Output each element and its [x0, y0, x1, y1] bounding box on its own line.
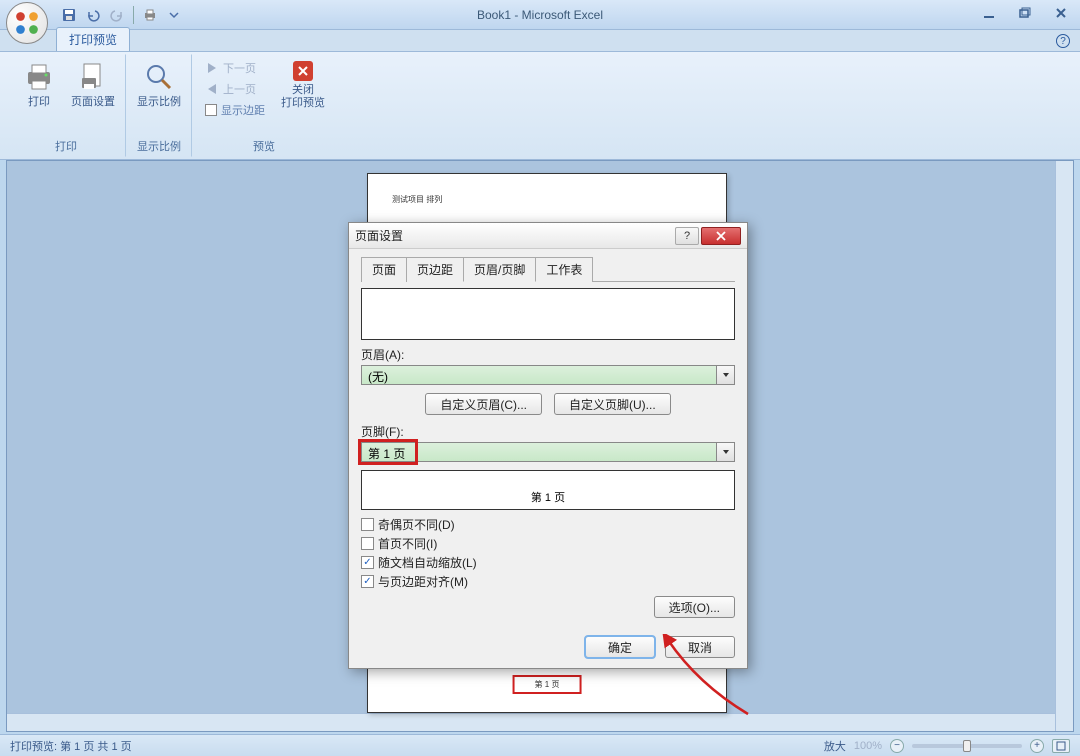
- dialog-close-button[interactable]: [701, 227, 741, 245]
- dropdown-icon[interactable]: [716, 443, 734, 461]
- footer-combo-value: 第 1 页: [362, 443, 716, 461]
- ribbon: 打印 页面设置 打印 显示比例 显示比例 下一页 上一页 显示边距: [0, 52, 1080, 160]
- status-text: 打印预览: 第 1 页 共 1 页: [10, 738, 132, 754]
- restore-button[interactable]: [1012, 4, 1038, 22]
- redo-icon[interactable]: [106, 4, 128, 26]
- options-button[interactable]: 选项(O)...: [654, 596, 735, 618]
- cancel-button[interactable]: 取消: [665, 636, 735, 658]
- minimize-button[interactable]: [976, 4, 1002, 22]
- horizontal-scrollbar[interactable]: [7, 713, 1055, 731]
- prev-page-button: 上一页: [201, 79, 269, 99]
- dialog-titlebar[interactable]: 页面设置 ?: [349, 223, 747, 249]
- status-bar: 打印预览: 第 1 页 共 1 页 放大 100% − +: [0, 734, 1080, 756]
- zoom-out-button[interactable]: −: [890, 739, 904, 753]
- custom-footer-button[interactable]: 自定义页脚(U)...: [554, 393, 671, 415]
- help-icon[interactable]: ?: [1056, 34, 1070, 48]
- close-button[interactable]: [1048, 4, 1074, 22]
- footer-combo[interactable]: 第 1 页: [361, 442, 735, 462]
- header-combo-value: (无): [362, 366, 716, 384]
- tab-margins[interactable]: 页边距: [406, 257, 464, 282]
- magnifier-icon: [143, 61, 175, 93]
- ok-button[interactable]: 确定: [585, 636, 655, 658]
- title-bar: Book1 - Microsoft Excel: [0, 0, 1080, 30]
- printer-icon: [23, 61, 55, 93]
- page-setup-dialog: 页面设置 ? 页面 页边距 页眉/页脚 工作表 页眉(A): (无) 自定义页眉…: [348, 222, 748, 669]
- show-margins-checkbox[interactable]: 显示边距: [201, 100, 269, 120]
- zoom-percent[interactable]: 100%: [854, 740, 882, 752]
- page-setup-button[interactable]: 页面设置: [69, 58, 117, 112]
- fit-to-window-button[interactable]: [1052, 739, 1070, 753]
- dialog-title: 页面设置: [355, 227, 403, 244]
- diff-odd-even-checkbox[interactable]: 奇偶页不同(D): [361, 516, 735, 533]
- header-label: 页眉(A):: [361, 346, 735, 363]
- ribbon-group-preview: 下一页 上一页 显示边距 关闭打印预览 预览: [192, 54, 335, 157]
- quick-access-toolbar: [58, 4, 185, 26]
- tab-print-preview[interactable]: 打印预览: [56, 27, 130, 51]
- tab-header-footer[interactable]: 页眉/页脚: [463, 257, 536, 282]
- footer-label: 页脚(F):: [361, 423, 735, 440]
- dialog-help-button[interactable]: ?: [675, 227, 699, 245]
- separator: [133, 6, 134, 24]
- page-setup-icon: [77, 61, 109, 93]
- footer-preview-box: 第 1 页: [361, 470, 735, 510]
- save-icon[interactable]: [58, 4, 80, 26]
- ribbon-tab-row: 打印预览 ?: [0, 30, 1080, 52]
- zoom-slider[interactable]: [912, 744, 1022, 748]
- quick-print-icon[interactable]: [139, 4, 161, 26]
- zoom-label[interactable]: 放大: [824, 738, 846, 754]
- page-header-text: 测试项目 排列: [392, 194, 442, 205]
- zoom-button[interactable]: 显示比例: [135, 58, 183, 112]
- tab-sheet[interactable]: 工作表: [535, 257, 593, 282]
- close-x-icon: [293, 61, 313, 81]
- ribbon-group-print: 打印 页面设置 打印: [6, 54, 126, 157]
- ribbon-group-zoom: 显示比例 显示比例: [126, 54, 192, 157]
- close-preview-button[interactable]: 关闭打印预览: [279, 58, 327, 120]
- zoom-slider-thumb[interactable]: [963, 740, 971, 752]
- vertical-scrollbar[interactable]: [1055, 161, 1073, 731]
- tab-page[interactable]: 页面: [361, 257, 407, 282]
- zoom-in-button[interactable]: +: [1030, 739, 1044, 753]
- header-preview-box: [361, 288, 735, 340]
- undo-icon[interactable]: [82, 4, 104, 26]
- print-button[interactable]: 打印: [15, 58, 63, 112]
- dialog-tabs: 页面 页边距 页眉/页脚 工作表: [361, 257, 735, 282]
- qat-customize-icon[interactable]: [163, 4, 185, 26]
- custom-header-button[interactable]: 自定义页眉(C)...: [425, 393, 542, 415]
- window-title: Book1 - Microsoft Excel: [477, 8, 603, 22]
- page-footer-highlight: 第 1 页: [513, 675, 582, 694]
- scale-with-doc-checkbox[interactable]: ✓随文档自动缩放(L): [361, 554, 735, 571]
- header-combo[interactable]: (无): [361, 365, 735, 385]
- office-button[interactable]: [6, 2, 48, 44]
- next-page-button: 下一页: [201, 58, 269, 78]
- diff-first-page-checkbox[interactable]: 首页不同(I): [361, 535, 735, 552]
- align-margins-checkbox[interactable]: ✓与页边距对齐(M): [361, 573, 735, 590]
- dropdown-icon[interactable]: [716, 366, 734, 384]
